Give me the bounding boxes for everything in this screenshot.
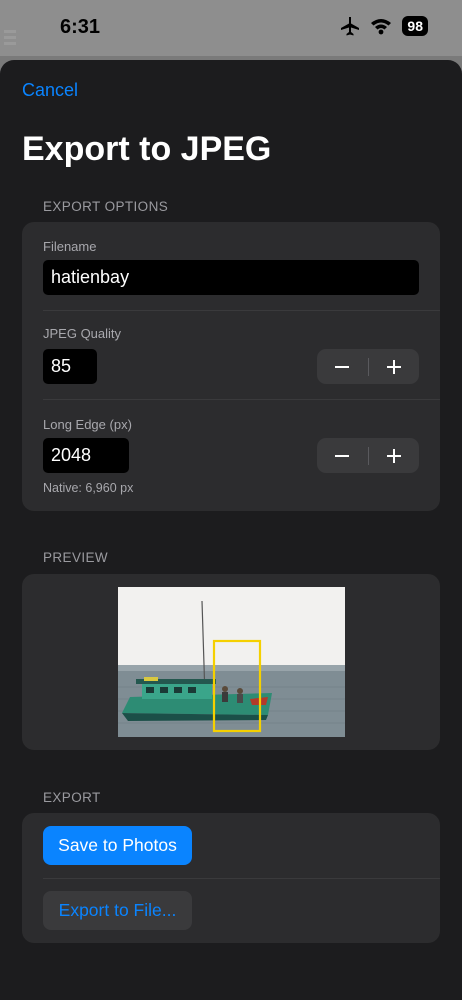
airplane-icon <box>340 16 360 36</box>
jpeg-quality-label: JPEG Quality <box>43 326 122 341</box>
status-icons: 98 <box>340 16 428 36</box>
export-options-group: Filename hatienbay JPEG Quality 85 Long … <box>22 222 440 511</box>
preview-group <box>22 574 440 750</box>
cancel-button[interactable]: Cancel <box>22 80 78 101</box>
preview-header: PREVIEW <box>43 550 109 565</box>
status-time: 6:31 <box>60 16 101 38</box>
background-app-peek <box>0 20 28 60</box>
long-edge-increment-button[interactable] <box>369 438 420 473</box>
plus-icon <box>386 448 401 463</box>
long-edge-label: Long Edge (px) <box>43 417 132 432</box>
quality-decrement-button[interactable] <box>317 349 368 384</box>
quality-increment-button[interactable] <box>369 349 420 384</box>
export-header: EXPORT <box>43 790 101 805</box>
export-to-file-button[interactable]: Export to File... <box>43 891 192 930</box>
divider <box>43 878 440 879</box>
long-edge-field[interactable]: 2048 <box>43 438 129 473</box>
minus-icon <box>335 365 350 368</box>
filename-field[interactable]: hatienbay <box>43 260 419 295</box>
export-group: Save to Photos Export to File... <box>22 813 440 943</box>
export-options-header: EXPORT OPTIONS <box>43 199 169 214</box>
jpeg-quality-stepper[interactable] <box>317 349 419 384</box>
plus-icon <box>386 359 401 374</box>
save-to-photos-button[interactable]: Save to Photos <box>43 826 192 865</box>
divider <box>43 399 440 400</box>
native-size-hint: Native: 6,960 px <box>43 481 134 495</box>
filename-label: Filename <box>43 239 97 254</box>
export-sheet: Cancel Export to JPEG EXPORT OPTIONS Fil… <box>0 60 462 1000</box>
long-edge-decrement-button[interactable] <box>317 438 368 473</box>
long-edge-stepper[interactable] <box>317 438 419 473</box>
divider <box>43 310 440 311</box>
battery-icon: 98 <box>402 16 428 36</box>
minus-icon <box>335 454 350 457</box>
jpeg-quality-field[interactable]: 85 <box>43 349 97 384</box>
preview-image <box>118 587 345 737</box>
page-title: Export to JPEG <box>22 130 272 168</box>
wifi-icon <box>370 17 392 35</box>
status-bar: 6:31 98 <box>0 0 462 56</box>
